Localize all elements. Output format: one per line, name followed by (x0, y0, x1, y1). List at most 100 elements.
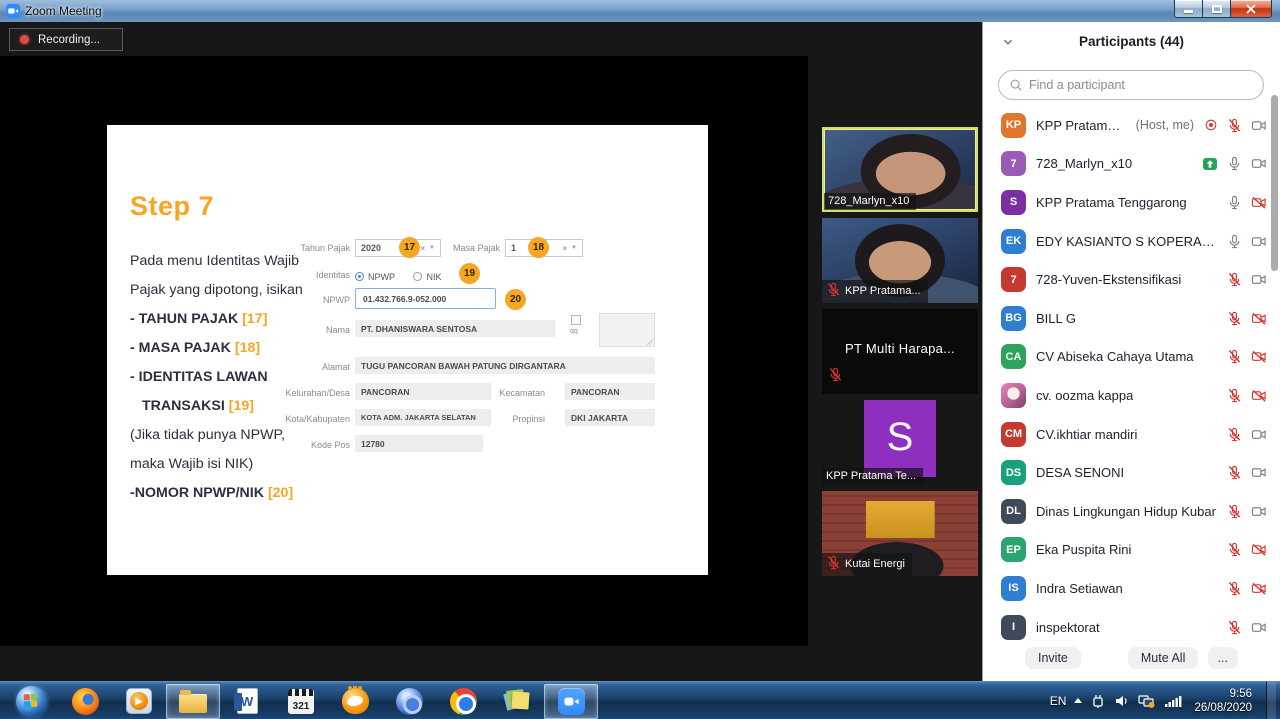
participant-row[interactable]: CMCV.ikhtiar mandiri (983, 415, 1280, 454)
mute-all-button[interactable]: Mute All (1128, 647, 1198, 669)
camera-off-icon (1251, 388, 1267, 403)
gom-button[interactable] (328, 684, 382, 719)
participant-row[interactable]: DLDinas Lingkungan Hidup Kubar (983, 492, 1280, 531)
camera-off-icon (1251, 349, 1267, 364)
participant-name: CV Abiseka Cahaya Utama (1036, 349, 1194, 364)
chromium-icon (396, 688, 423, 715)
participant-row[interactable]: SKPP Pratama Tenggarong (983, 183, 1280, 222)
tahun-pajak-select: 2020×▼ (355, 239, 441, 257)
video-thumbnail[interactable]: KPP Pratama... (822, 218, 978, 303)
participant-list: KPKPP Pratama Te...(Host, me)7728_Marlyn… (983, 106, 1280, 646)
mic-muted-icon (1227, 465, 1242, 480)
show-desktop-button[interactable] (1266, 682, 1276, 719)
avatar: CA (1001, 344, 1026, 369)
language-indicator[interactable]: EN (1050, 694, 1067, 708)
thumbnail-label: 728_Marlyn_x10 (824, 193, 916, 210)
explorer-button[interactable] (166, 684, 220, 719)
camera-on-icon (1251, 504, 1267, 519)
network-alert-icon[interactable] (1138, 693, 1156, 709)
nama-label: Nama (255, 325, 350, 335)
participant-row[interactable]: EPEka Puspita Rini (983, 531, 1280, 570)
invite-button[interactable]: Invite (1025, 647, 1081, 669)
speaker-icon[interactable] (1114, 693, 1130, 709)
thumbnail-label: KPP Pratama... (822, 280, 928, 303)
participant-row[interactable]: 7728-Yuven-Ekstensifikasi (983, 260, 1280, 299)
participant-name: CV.ikhtiar mandiri (1036, 427, 1137, 442)
sticky-notes-button[interactable] (490, 684, 544, 719)
participant-row[interactable]: KPKPP Pratama Te...(Host, me) (983, 106, 1280, 145)
firefox-button[interactable] (58, 684, 112, 719)
propinsi-label: Propinsi (492, 414, 545, 424)
video-thumbnail[interactable]: PT Multi Harapa... (822, 309, 978, 394)
more-options-button[interactable]: ... (1208, 647, 1238, 669)
close-icon (1246, 4, 1256, 14)
participant-row[interactable]: DSDESA SENONI (983, 453, 1280, 492)
participant-status-icons (1227, 311, 1267, 326)
recording-dot-icon (20, 35, 29, 44)
mic-muted-icon (1227, 272, 1242, 287)
panel-scrollbar[interactable] (1271, 95, 1278, 271)
participant-row[interactable]: CA CV Abiseka Cahaya Utama (983, 338, 1280, 377)
avatar: BG (1001, 306, 1026, 331)
participant-row[interactable]: ISIndra Setiawan (983, 569, 1280, 608)
participant-row[interactable]: EKEDY KASIANTO S KOPERASI TA... (983, 222, 1280, 261)
slide-line: - MASA PAJAK [18] (130, 334, 340, 363)
video-thumbnail[interactable]: 728_Marlyn_x10 (822, 127, 978, 212)
mic-muted-icon (1227, 542, 1242, 557)
participant-status-icons (1227, 234, 1267, 249)
system-tray: EN 9:56 26/08/2020 (1050, 682, 1280, 719)
letter-avatar: S (864, 400, 936, 477)
tray-expand-icon[interactable] (1074, 698, 1082, 703)
participant-status-icons (1227, 581, 1267, 596)
window-titlebar: Zoom Meeting (0, 0, 1280, 22)
participant-name: DESA SENONI (1036, 465, 1124, 480)
zoom-button[interactable] (544, 684, 598, 719)
nama-extra-textarea (599, 313, 655, 347)
participant-name: 728_Marlyn_x10 (828, 195, 909, 207)
video-thumbnail[interactable]: SKPP Pratama Te... (822, 400, 978, 485)
mic-muted-icon (1227, 581, 1242, 596)
qq-checkbox-label: qq (570, 328, 578, 335)
thumbnail-label: Kutai Energi (822, 553, 912, 576)
minimize-button[interactable] (1174, 0, 1203, 18)
participant-row[interactable]: cv. oozma kappa (983, 376, 1280, 415)
alamat-label: Alamat (255, 362, 350, 372)
participants-title: Participants (44) (983, 34, 1280, 49)
participant-row[interactable]: BGBILL G (983, 299, 1280, 338)
wmp-button[interactable]: ▶ (112, 684, 166, 719)
video-thumbnail[interactable]: Kutai Energi (822, 491, 978, 576)
kelurahan-label: Kelurahan/Desa (255, 388, 350, 398)
participant-name: KPP Pratama Te... (826, 470, 916, 482)
chromium-button[interactable] (382, 684, 436, 719)
close-button[interactable] (1230, 0, 1272, 18)
avatar: IS (1001, 576, 1026, 601)
recording-label: Recording... (38, 34, 100, 46)
start-button[interactable] (4, 684, 58, 719)
participant-status-icons (1204, 118, 1267, 133)
power-plug-icon[interactable] (1090, 693, 1106, 709)
maximize-button[interactable] (1203, 0, 1230, 18)
signal-bars-icon[interactable] (1164, 694, 1182, 708)
nama-field: PT. DHANISWARA SENTOSA (355, 320, 555, 337)
camera-off-icon (1251, 581, 1267, 596)
search-input[interactable] (1029, 78, 1253, 92)
mic-on-icon (1227, 195, 1242, 210)
mic-muted-icon (1227, 349, 1242, 364)
participant-status-icons (1202, 156, 1267, 172)
clock-date: 26/08/2020 (1194, 701, 1252, 715)
clock-time: 9:56 (1194, 687, 1252, 701)
clock[interactable]: 9:56 26/08/2020 (1194, 687, 1252, 715)
mic-on-icon (1227, 156, 1242, 171)
alamat-field: TUGU PANCORAN BAWAH PATUNG DIRGANTARA (355, 357, 655, 374)
participant-status-icons (1227, 349, 1267, 364)
word-icon: W (237, 688, 258, 714)
chrome-button[interactable] (436, 684, 490, 719)
slide-body: Pada menu Identitas WajibPajak yang dipo… (130, 247, 340, 508)
meeting-main-area: Recording... Step 7 Pada menu Identitas … (0, 22, 982, 681)
participant-status-icons (1227, 427, 1267, 442)
word-button[interactable]: W (220, 684, 274, 719)
participant-row[interactable]: 7728_Marlyn_x10 (983, 145, 1280, 184)
participant-search[interactable] (998, 70, 1264, 100)
mpc-button[interactable]: 321 (274, 684, 328, 719)
kota-field: KOTA ADM. JAKARTA SELATAN (355, 409, 491, 426)
